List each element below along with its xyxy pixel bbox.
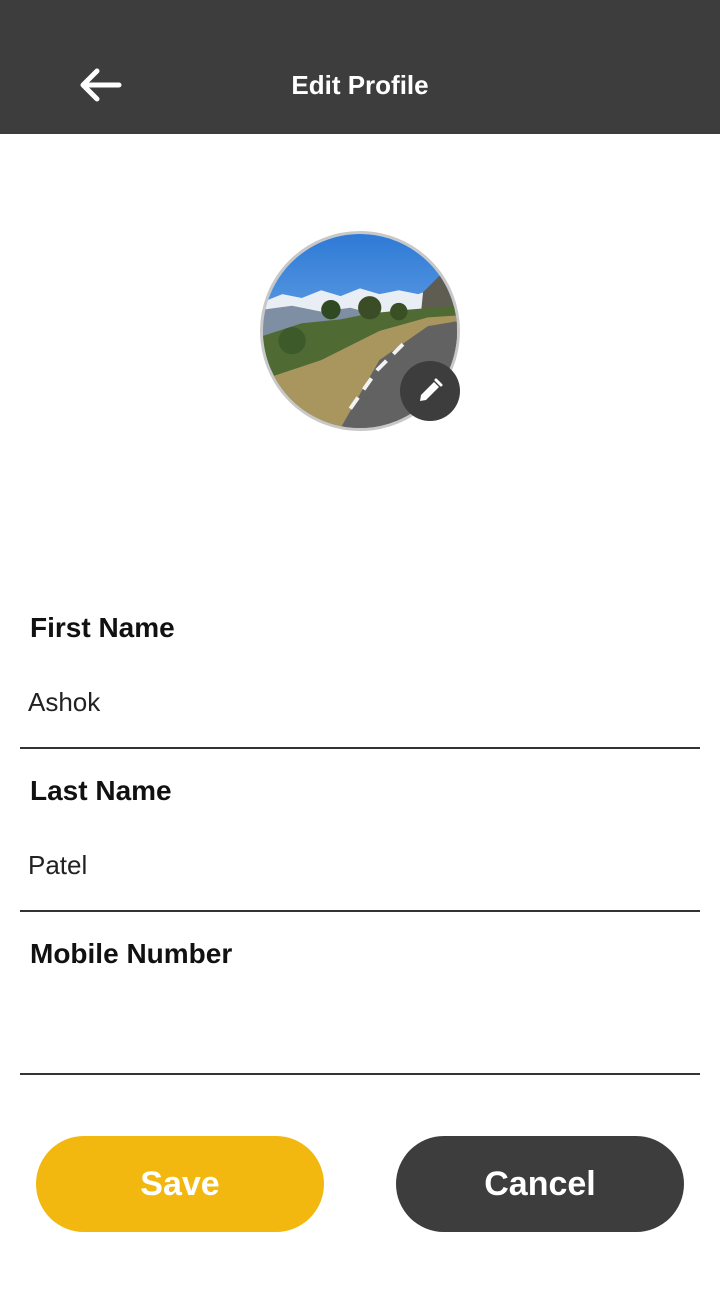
first-name-label: First Name [30, 612, 175, 643]
cancel-button[interactable]: Cancel [396, 1136, 684, 1232]
app-bar: Edit Profile [0, 0, 720, 134]
save-button[interactable]: Save [36, 1136, 324, 1232]
first-name-input[interactable] [28, 680, 688, 724]
last-name-field: Last Name [20, 749, 700, 912]
profile-photo-section [260, 231, 460, 431]
first-name-field: First Name [20, 586, 700, 749]
mobile-number-field: Mobile Number [20, 912, 700, 1075]
last-name-label: Last Name [30, 775, 172, 806]
mobile-number-underline [20, 1073, 700, 1075]
pencil-icon [420, 378, 443, 401]
mobile-number-label: Mobile Number [30, 938, 233, 969]
mobile-number-input[interactable] [28, 1006, 688, 1050]
page-title: Edit Profile [291, 70, 429, 100]
last-name-input[interactable] [28, 843, 688, 887]
edit-photo-button[interactable] [400, 361, 460, 421]
